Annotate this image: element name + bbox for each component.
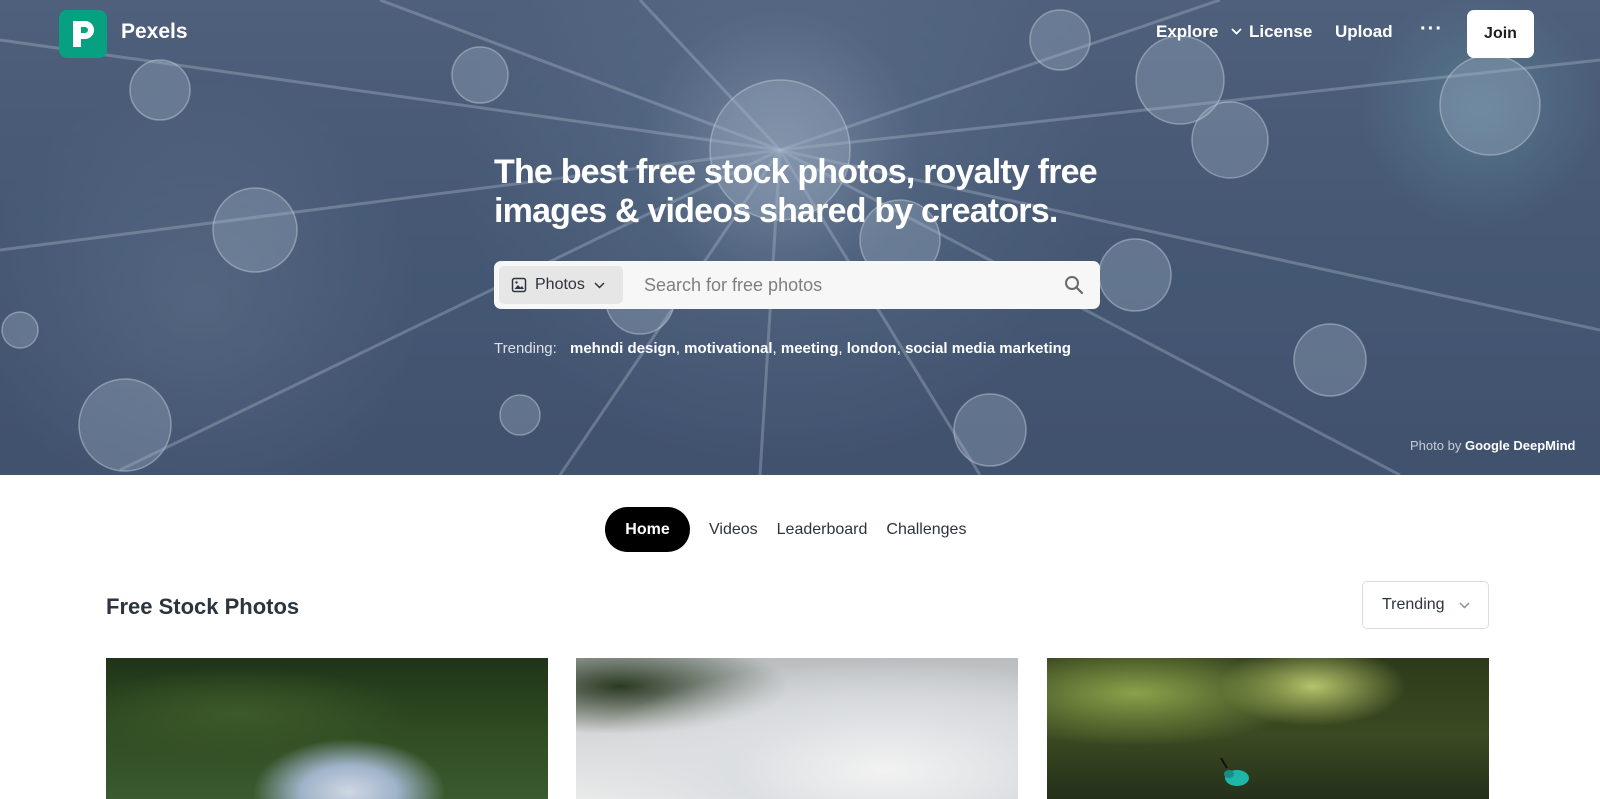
pexels-wordmark[interactable]: Pexels bbox=[121, 20, 188, 44]
photo-card[interactable] bbox=[1047, 658, 1489, 799]
chevron-down-icon bbox=[1459, 602, 1470, 608]
search-bar: Photos bbox=[494, 261, 1100, 309]
pexels-logo[interactable] bbox=[59, 10, 107, 58]
chevron-down-icon bbox=[1231, 28, 1242, 35]
search-icon[interactable] bbox=[1064, 275, 1084, 295]
nav-license[interactable]: License bbox=[1249, 22, 1312, 42]
pexels-logo-icon bbox=[73, 21, 94, 47]
trending-term[interactable]: mehndi design bbox=[570, 340, 676, 357]
more-menu-icon[interactable]: ··· bbox=[1420, 18, 1443, 41]
photo-card[interactable] bbox=[576, 658, 1018, 799]
hero-headline-line2: images & videos shared by creators. bbox=[494, 192, 1058, 230]
search-input[interactable] bbox=[644, 269, 1044, 301]
hero-headline: The best free stock photos, royalty free… bbox=[494, 153, 1114, 231]
image-icon bbox=[511, 277, 527, 293]
tab-home[interactable]: Home bbox=[605, 507, 690, 552]
trending-term[interactable]: london bbox=[847, 340, 897, 357]
trending-term[interactable]: social media marketing bbox=[905, 340, 1071, 357]
nav-upload[interactable]: Upload bbox=[1335, 22, 1393, 42]
trending-term[interactable]: motivational bbox=[684, 340, 772, 357]
trending-label: Trending: bbox=[494, 340, 557, 357]
search-type-dropdown[interactable]: Photos bbox=[499, 266, 623, 304]
hero-headline-line1: The best free stock photos, royalty free bbox=[494, 153, 1098, 191]
hero-banner: Pexels Explore License Upload ··· Join T… bbox=[0, 0, 1600, 475]
tab-challenges[interactable]: Challenges bbox=[886, 521, 966, 539]
trending-term[interactable]: meeting bbox=[781, 340, 839, 357]
sort-dropdown[interactable]: Trending bbox=[1362, 581, 1489, 629]
photo-credit-author[interactable]: Google DeepMind bbox=[1465, 438, 1576, 453]
search-type-label: Photos bbox=[535, 276, 585, 293]
nav-explore[interactable]: Explore bbox=[1156, 22, 1242, 42]
section-title: Free Stock Photos bbox=[106, 594, 300, 619]
photo-credit: Photo by Google DeepMind bbox=[1410, 438, 1575, 453]
insect-image bbox=[1220, 758, 1249, 786]
sort-dropdown-label: Trending bbox=[1382, 596, 1445, 613]
tab-videos[interactable]: Videos bbox=[709, 521, 758, 539]
content-tabs: Home Videos Leaderboard Challenges bbox=[605, 507, 985, 552]
photo-card[interactable] bbox=[106, 658, 548, 799]
tab-leaderboard[interactable]: Leaderboard bbox=[777, 521, 868, 539]
join-button[interactable]: Join bbox=[1467, 10, 1534, 58]
hero-overlay bbox=[0, 0, 1600, 475]
chevron-down-icon bbox=[594, 281, 605, 289]
nav-explore-label: Explore bbox=[1156, 22, 1219, 41]
trending-searches: Trending: mehndi design, motivational, m… bbox=[494, 340, 1071, 357]
photo-credit-prefix: Photo by bbox=[1410, 438, 1462, 453]
